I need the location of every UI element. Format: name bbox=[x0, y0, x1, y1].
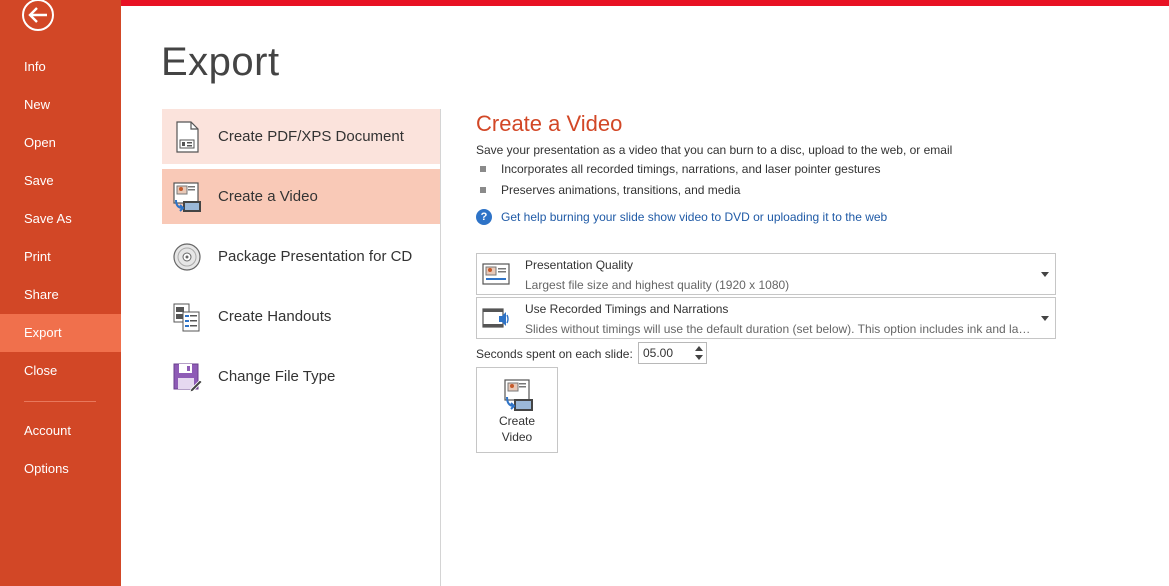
bullet-text: Preserves animations, transitions, and m… bbox=[501, 183, 741, 197]
bullet-text: Incorporates all recorded timings, narra… bbox=[501, 162, 881, 176]
chevron-down-icon[interactable] bbox=[1041, 272, 1049, 277]
option-label: Change File Type bbox=[218, 368, 336, 385]
option-label: Package Presentation for CD bbox=[218, 248, 413, 265]
option-package-cd[interactable]: Package Presentation for CD bbox=[162, 229, 440, 284]
option-label: Create PDF/XPS Document bbox=[218, 128, 404, 145]
video-icon bbox=[164, 177, 210, 217]
nav-new[interactable]: New bbox=[0, 86, 121, 124]
create-video-button[interactable]: Create Video bbox=[476, 367, 558, 453]
help-question-icon: ? bbox=[476, 209, 492, 225]
title-bar bbox=[121, 0, 1169, 6]
quality-dropdown[interactable]: Presentation Quality Largest file size a… bbox=[476, 253, 1056, 295]
chevron-down-icon[interactable] bbox=[1041, 316, 1049, 321]
timings-dropdown[interactable]: Use Recorded Timings and Narrations Slid… bbox=[476, 297, 1056, 339]
nav-account[interactable]: Account bbox=[0, 412, 121, 450]
create-video-icon bbox=[501, 378, 535, 412]
option-label: Create a Video bbox=[218, 188, 318, 205]
panel-description: Save your presentation as a video that y… bbox=[476, 143, 953, 157]
nav-print[interactable]: Print bbox=[0, 238, 121, 276]
help-link[interactable]: ? Get help burning your slide show video… bbox=[476, 209, 887, 225]
option-change-file-type[interactable]: Change File Type bbox=[162, 349, 440, 404]
bullet-square-icon bbox=[480, 166, 486, 172]
create-video-label-line1: Create bbox=[498, 414, 536, 428]
seconds-spinner[interactable] bbox=[638, 342, 707, 364]
nav-info[interactable]: Info bbox=[0, 48, 121, 86]
back-button[interactable] bbox=[21, 0, 56, 33]
seconds-input[interactable] bbox=[639, 343, 691, 363]
nav-save-as[interactable]: Save As bbox=[0, 200, 121, 238]
quality-subtitle: Largest file size and highest quality (1… bbox=[525, 278, 790, 292]
nav-divider bbox=[24, 401, 96, 402]
option-create-handouts[interactable]: Create Handouts bbox=[162, 289, 440, 344]
create-video-label: Create Video bbox=[477, 413, 557, 445]
back-arrow-icon bbox=[22, 0, 54, 31]
bullet-item: Preserves animations, transitions, and m… bbox=[480, 183, 740, 197]
spin-down-icon[interactable] bbox=[695, 355, 703, 360]
panel-title: Create a Video bbox=[476, 111, 623, 136]
spin-up-icon[interactable] bbox=[695, 346, 703, 351]
bullet-square-icon bbox=[480, 187, 486, 193]
nav-options[interactable]: Options bbox=[0, 450, 121, 488]
seconds-label: Seconds spent on each slide: bbox=[476, 347, 633, 361]
timings-narration-icon bbox=[481, 305, 511, 333]
cd-icon bbox=[164, 237, 210, 277]
create-video-label-line2: Video bbox=[501, 430, 533, 444]
timings-subtitle: Slides without timings will use the defa… bbox=[525, 322, 1035, 336]
quality-title: Presentation Quality bbox=[525, 258, 634, 272]
nav-share[interactable]: Share bbox=[0, 276, 121, 314]
option-create-video[interactable]: Create a Video bbox=[162, 169, 440, 224]
option-create-pdf[interactable]: Create PDF/XPS Document bbox=[162, 109, 440, 164]
nav-export[interactable]: Export bbox=[0, 314, 121, 352]
option-label: Create Handouts bbox=[218, 308, 332, 325]
backstage-sidebar: Info New Open Save Save As Print Share E… bbox=[0, 0, 121, 586]
handouts-icon bbox=[164, 297, 210, 337]
nav-open[interactable]: Open bbox=[0, 124, 121, 162]
save-file-type-icon bbox=[164, 357, 210, 397]
presentation-quality-icon bbox=[481, 261, 511, 289]
help-link-text[interactable]: Get help burning your slide show video t… bbox=[501, 210, 887, 224]
nav-close[interactable]: Close bbox=[0, 352, 121, 390]
page-title: Export bbox=[161, 40, 280, 84]
pdf-document-icon bbox=[164, 117, 210, 157]
bullet-item: Incorporates all recorded timings, narra… bbox=[480, 162, 881, 176]
nav-save[interactable]: Save bbox=[0, 162, 121, 200]
column-divider bbox=[440, 109, 441, 586]
timings-title: Use Recorded Timings and Narrations bbox=[525, 302, 729, 316]
spin-buttons bbox=[692, 343, 706, 363]
